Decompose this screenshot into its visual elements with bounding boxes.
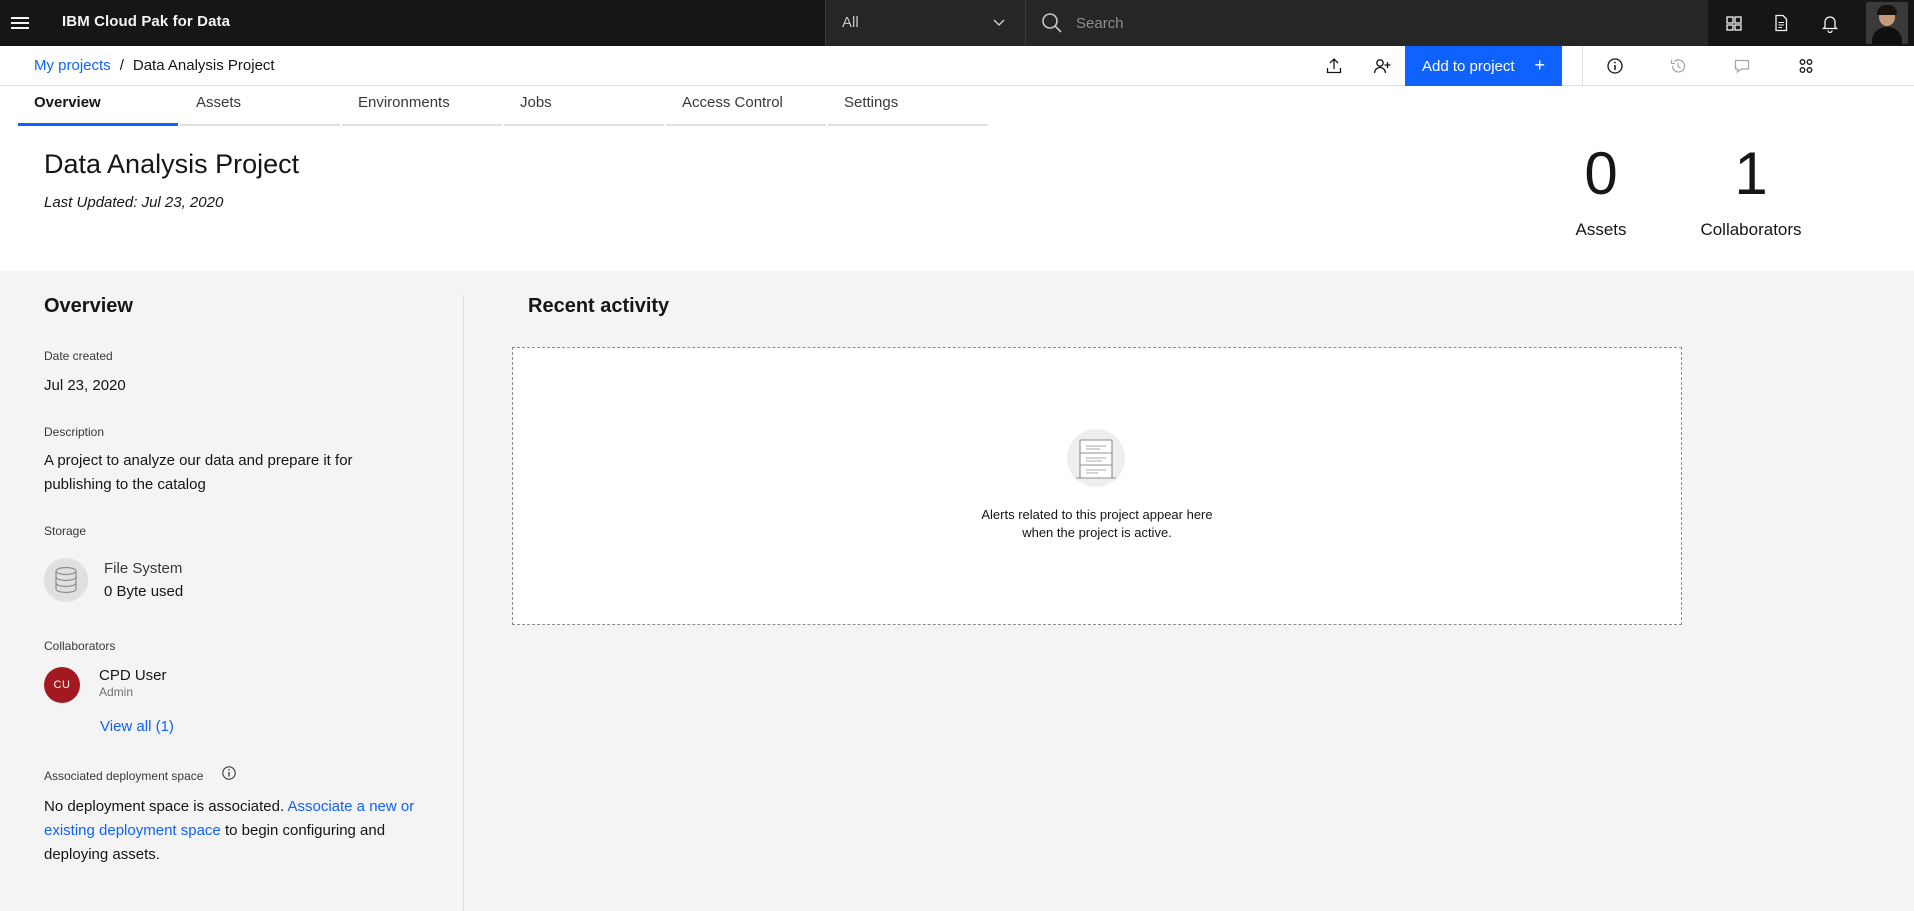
collaborators-stat[interactable]: 1 Collaborators bbox=[1671, 140, 1831, 240]
history-icon[interactable] bbox=[1666, 54, 1690, 78]
assets-count: 0 bbox=[1584, 140, 1618, 207]
project-toolbar: My projects / Data Analysis Project Add … bbox=[0, 46, 1914, 86]
plus-icon: + bbox=[1534, 55, 1545, 75]
info-icon[interactable] bbox=[1603, 54, 1627, 78]
search-input[interactable] bbox=[1076, 8, 1676, 38]
global-header: IBM Cloud Pak for Data All bbox=[0, 0, 1914, 46]
search-icon bbox=[1040, 11, 1064, 40]
scope-dropdown-value: All bbox=[842, 14, 859, 31]
recent-activity-title: Recent activity bbox=[528, 295, 670, 317]
description-label: Description bbox=[44, 425, 105, 439]
tab-overview[interactable]: Overview bbox=[18, 86, 178, 126]
view-all-collaborators-link[interactable]: View all (1) bbox=[100, 715, 174, 739]
storage-label: Storage bbox=[44, 524, 87, 538]
last-updated: Last Updated: Jul 23, 2020 bbox=[44, 194, 224, 211]
breadcrumb-my-projects[interactable]: My projects bbox=[34, 57, 111, 74]
add-to-project-button[interactable]: Add to project + bbox=[1405, 46, 1562, 86]
collaborator-role: Admin bbox=[99, 685, 134, 699]
column-divider bbox=[463, 295, 464, 911]
toolbar-divider bbox=[1582, 46, 1583, 86]
page-title: Data Analysis Project bbox=[44, 149, 300, 179]
project-tabs: Overview Assets Environments Jobs Access… bbox=[18, 86, 990, 126]
scope-dropdown[interactable]: All bbox=[825, 0, 1025, 46]
global-search bbox=[1025, 0, 1708, 46]
tab-environments[interactable]: Environments bbox=[342, 86, 502, 126]
empty-state-message: Alerts related to this project appear he… bbox=[513, 506, 1681, 542]
overview-panel: Overview Date created Jul 23, 2020 Descr… bbox=[44, 271, 464, 911]
notification-icon[interactable] bbox=[1818, 11, 1842, 35]
deployment-space-text-after-2: deploying assets. bbox=[44, 846, 160, 863]
user-avatar[interactable] bbox=[1866, 2, 1908, 44]
add-collaborator-icon[interactable] bbox=[1370, 54, 1394, 78]
associate-link-line-1: Associate a new or bbox=[287, 798, 415, 815]
deployment-space-text: No deployment space is associated. Assoc… bbox=[44, 795, 444, 867]
storage-usage: 0 Byte used bbox=[104, 583, 184, 600]
settings-icon[interactable] bbox=[1794, 54, 1818, 78]
empty-state-line-2: when the project is active. bbox=[1022, 525, 1172, 540]
overview-content: Overview Date created Jul 23, 2020 Descr… bbox=[0, 271, 1914, 911]
tab-settings[interactable]: Settings bbox=[828, 86, 988, 126]
assets-label: Assets bbox=[1575, 220, 1627, 239]
tab-assets[interactable]: Assets bbox=[180, 86, 340, 126]
overview-title: Overview bbox=[44, 295, 133, 317]
info-icon[interactable] bbox=[221, 765, 237, 781]
catalog-icon[interactable] bbox=[1722, 11, 1746, 35]
app-title[interactable]: IBM Cloud Pak for Data bbox=[62, 13, 230, 30]
chat-icon[interactable] bbox=[1730, 54, 1754, 78]
tab-jobs[interactable]: Jobs bbox=[504, 86, 664, 126]
deployment-space-text-after-1: to begin configuring and bbox=[224, 822, 386, 839]
empty-state-line-1: Alerts related to this project appear he… bbox=[981, 507, 1213, 522]
tab-access-control[interactable]: Access Control bbox=[666, 86, 826, 126]
menu-icon[interactable] bbox=[8, 11, 32, 35]
description-line-1: A project to analyze our data and prepar… bbox=[44, 452, 353, 469]
empty-alerts-icon bbox=[1064, 428, 1128, 488]
export-icon[interactable] bbox=[1322, 54, 1346, 78]
date-created-value: Jul 23, 2020 bbox=[44, 377, 126, 394]
deployment-space-status: No deployment space is associated. bbox=[44, 798, 285, 815]
avatar: CU bbox=[44, 667, 80, 703]
add-to-project-label: Add to project bbox=[1422, 57, 1515, 75]
collaborators-label: Collaborators bbox=[1700, 220, 1802, 239]
breadcrumb-current: Data Analysis Project bbox=[132, 57, 275, 74]
collaborators-count: 1 bbox=[1734, 140, 1768, 207]
breadcrumb: My projects / Data Analysis Project bbox=[34, 57, 275, 74]
associate-link-line-2: existing deployment space bbox=[44, 822, 221, 839]
chevron-down-icon bbox=[989, 12, 1009, 37]
collaborators-section-label: Collaborators bbox=[44, 639, 116, 653]
storage-type: File System bbox=[104, 560, 183, 577]
breadcrumb-separator: / bbox=[119, 57, 124, 74]
assets-stat[interactable]: 0 Assets bbox=[1521, 140, 1681, 240]
deployment-space-label: Associated deployment space bbox=[44, 769, 204, 783]
description-line-2: publishing to the catalog bbox=[44, 476, 206, 493]
document-icon[interactable] bbox=[1769, 11, 1793, 35]
date-created-label: Date created bbox=[44, 349, 113, 363]
recent-activity-panel: Alerts related to this project appear he… bbox=[512, 347, 1682, 625]
database-icon bbox=[44, 558, 88, 602]
